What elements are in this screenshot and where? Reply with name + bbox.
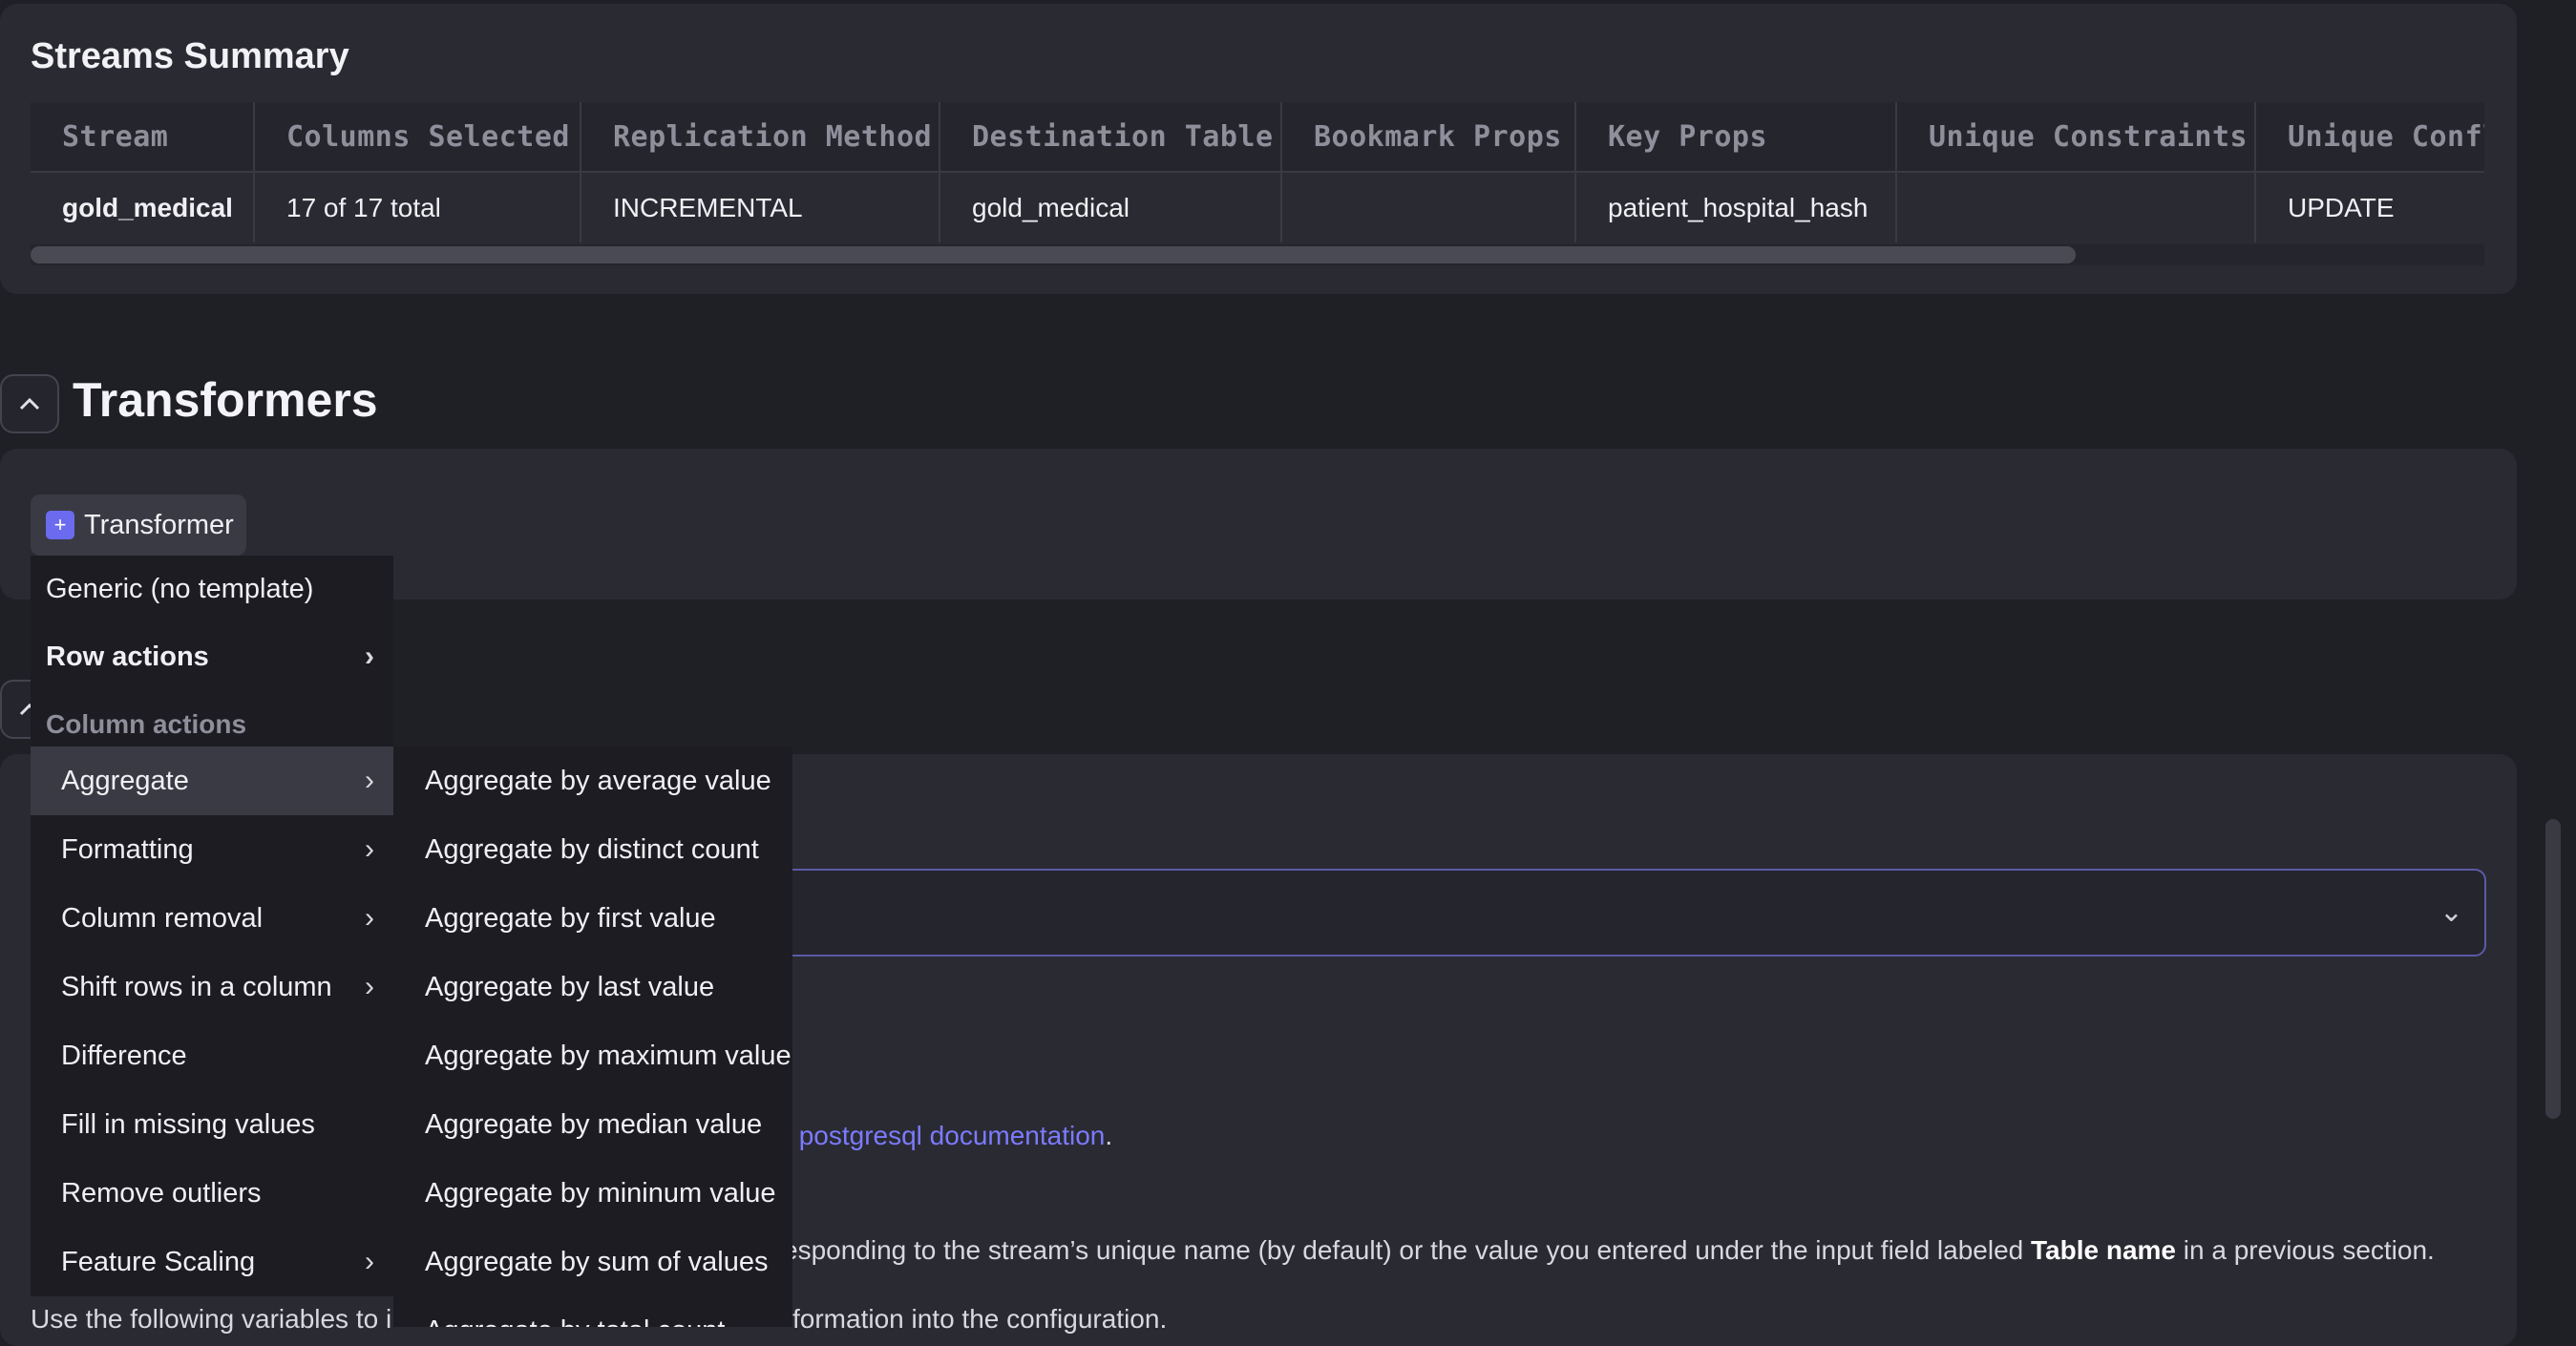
- transformer-template-menu: Generic (no template) Row actions › Colu…: [31, 556, 393, 1296]
- add-transformer-label: Transformer: [84, 509, 234, 540]
- submenu-item[interactable]: Aggregate by total count: [393, 1296, 792, 1328]
- page-vertical-scrollbar[interactable]: [2545, 819, 2561, 1119]
- table-cell: 17 of 17 total: [254, 171, 581, 242]
- menu-item-aggregate[interactable]: Aggregate ›: [31, 747, 393, 815]
- menu-item-column-removal[interactable]: Column removal ›: [31, 884, 393, 953]
- chevron-down-icon: ⌄: [2439, 896, 2463, 928]
- column-header: Destination Table: [940, 102, 1282, 172]
- menu-item-feature-scaling[interactable]: Feature Scaling ›: [31, 1228, 393, 1296]
- menu-item-generic[interactable]: Generic (no template): [31, 556, 393, 622]
- table-cell: [1896, 171, 2256, 242]
- submenu-item[interactable]: Aggregate by first value: [393, 884, 792, 953]
- variables-description-end: formation into the configuration.: [792, 1304, 1168, 1334]
- submenu-item[interactable]: Aggregate by mininum value: [393, 1159, 792, 1228]
- scrollbar-thumb[interactable]: [31, 246, 2076, 263]
- table-cell: gold_medical: [940, 171, 1282, 242]
- submenu-item[interactable]: Aggregate by maximum value: [393, 1021, 792, 1090]
- menu-item-remove-outliers[interactable]: Remove outliers: [31, 1159, 393, 1228]
- documentation-text: the postgresql documentation.: [754, 1121, 1113, 1150]
- streams-summary-table-wrapper[interactable]: Stream Columns Selected Replication Meth…: [31, 102, 2484, 245]
- variables-description-start: Use the following variables to i: [31, 1304, 392, 1334]
- chevron-right-icon: ›: [365, 971, 374, 1002]
- table-cell: [1281, 171, 1576, 242]
- submenu-item[interactable]: Aggregate by distinct count: [393, 815, 792, 884]
- table-cell: patient_hospital_hash: [1575, 171, 1897, 242]
- transformers-title: Transformers: [73, 373, 378, 427]
- submenu-item[interactable]: Aggregate by sum of values: [393, 1228, 792, 1296]
- column-header: Bookmark Props: [1281, 102, 1576, 172]
- transformer-select[interactable]: ⌄: [754, 869, 2486, 957]
- plus-icon: +: [46, 511, 74, 539]
- table-horizontal-scrollbar[interactable]: [31, 244, 2484, 265]
- submenu-item[interactable]: Aggregate by average value: [393, 747, 792, 815]
- chevron-right-icon: ›: [365, 765, 374, 796]
- submenu-item[interactable]: Aggregate by median value: [393, 1090, 792, 1159]
- menu-item-formatting[interactable]: Formatting ›: [31, 815, 393, 884]
- chevron-up-icon: [19, 397, 40, 410]
- column-header: Columns Selected: [254, 102, 581, 172]
- table-row: gold_medical 17 of 17 total INCREMENTAL …: [31, 171, 2484, 242]
- column-header: Replication Method: [581, 102, 940, 172]
- postgresql-documentation-link[interactable]: postgresql documentation: [799, 1121, 1106, 1150]
- menu-item-fill-missing[interactable]: Fill in missing values: [31, 1090, 393, 1159]
- column-header: Key Props: [1575, 102, 1897, 172]
- menu-item-difference[interactable]: Difference: [31, 1021, 393, 1090]
- chevron-right-icon: ›: [365, 833, 374, 865]
- chevron-right-icon: ›: [365, 641, 374, 672]
- chevron-right-icon: ›: [365, 902, 374, 934]
- table-name-description: esponding to the stream’s unique name (b…: [783, 1235, 2435, 1265]
- aggregate-submenu: Aggregate by average value Aggregate by …: [393, 747, 792, 1327]
- transformers-collapse-button[interactable]: [0, 374, 59, 433]
- table-cell: INCREMENTAL: [581, 171, 940, 242]
- table-cell: gold_medical: [31, 171, 255, 242]
- menu-item-row-actions[interactable]: Row actions ›: [31, 622, 393, 691]
- menu-item-shift-rows[interactable]: Shift rows in a column ›: [31, 953, 393, 1021]
- table-cell: UPDATE: [2255, 171, 2484, 242]
- add-transformer-button[interactable]: + Transformer: [31, 494, 246, 556]
- chevron-right-icon: ›: [365, 1246, 374, 1277]
- streams-summary-title: Streams Summary: [31, 36, 349, 76]
- column-header: Stream: [31, 102, 255, 172]
- column-header: Unique Confl: [2255, 102, 2484, 172]
- table-header-row: Stream Columns Selected Replication Meth…: [31, 102, 2484, 172]
- column-header: Unique Constraints: [1896, 102, 2256, 172]
- submenu-item[interactable]: Aggregate by last value: [393, 953, 792, 1021]
- streams-summary-table: Stream Columns Selected Replication Meth…: [31, 102, 2484, 242]
